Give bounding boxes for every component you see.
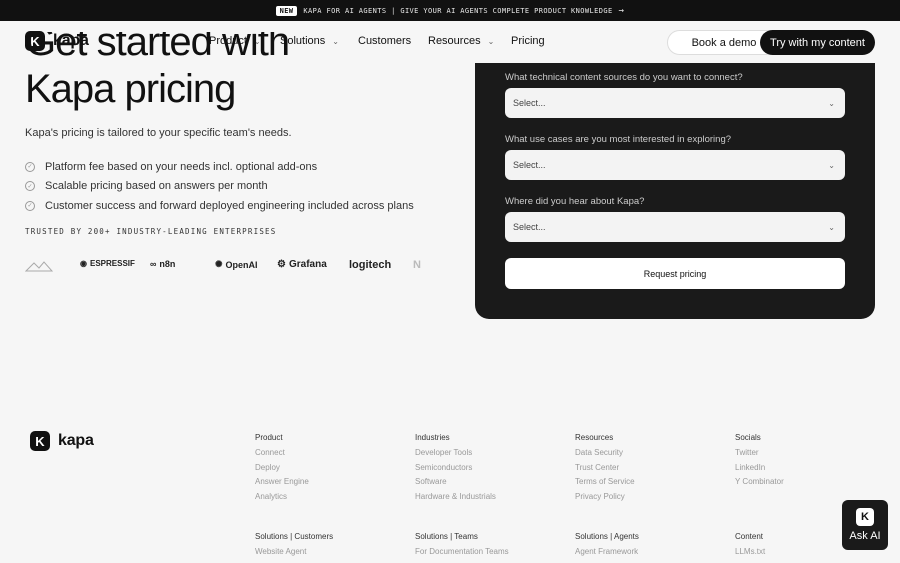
n-logo-icon: N: [413, 259, 421, 271]
openai-logo: ✺ OpenAI: [215, 259, 258, 270]
footer-link[interactable]: Trust Center: [575, 463, 725, 478]
footer-heading: Resources: [575, 433, 614, 442]
footer-col-solutions-agents: Solutions | Agents Agent Framework: [575, 532, 725, 562]
announcement-text[interactable]: KAPA FOR AI AGENTS | GIVE YOUR AI AGENTS…: [303, 7, 612, 15]
footer-col-socials: Socials Twitter LinkedIn Y Combinator: [735, 433, 835, 492]
footer-brand-name: kapa: [58, 432, 94, 449]
feature-text: Customer success and forward deployed en…: [45, 199, 414, 212]
question-sources-label: What technical content sources do you wa…: [505, 72, 743, 83]
espressif-logo-icon: ◉: [80, 259, 87, 268]
question-referral-label: Where did you hear about Kapa?: [505, 196, 645, 207]
footer-link[interactable]: Deploy: [255, 463, 405, 478]
footer-heading: Solutions | Customers: [255, 532, 334, 541]
footer-col-resources: Resources Data Security Trust Center Ter…: [575, 433, 725, 507]
mountain-logo-icon: [25, 259, 53, 273]
openai-logo-icon: ✺: [215, 259, 223, 269]
kapa-logo-icon: K: [856, 508, 874, 526]
sources-select-value: Select...: [513, 98, 546, 108]
arrow-right-icon: →: [618, 5, 625, 16]
feature-item: ✓ Platform fee based on your needs incl.…: [25, 157, 414, 177]
check-circle-icon: ✓: [25, 200, 35, 211]
footer-col-product: Product Connect Deploy Answer Engine Ana…: [255, 433, 405, 507]
feature-list: ✓ Platform fee based on your needs incl.…: [25, 157, 414, 216]
logitech-logo: logitech: [349, 259, 392, 271]
footer-heading: Content: [735, 532, 764, 541]
ask-ai-label: Ask AI: [849, 530, 881, 542]
chevron-down-icon: ⌄: [828, 98, 835, 108]
hero-title-line1-wrap: Get started with: [25, 32, 465, 63]
espressif-logo: ◉ ESPRESSIF: [80, 259, 135, 268]
footer-col-content: Content LLMs.txt: [735, 532, 835, 562]
footer-link[interactable]: Developer Tools: [415, 448, 565, 463]
customer-logos: ◉ ESPRESSIF ∞ n8n ✺ OpenAI ⚙ Grafana log…: [25, 256, 425, 276]
nav-pricing[interactable]: Pricing: [511, 35, 545, 47]
chevron-down-icon: ⌄: [487, 36, 495, 46]
announcement-bar[interactable]: NEW KAPA FOR AI AGENTS | GIVE YOUR AI AG…: [0, 0, 900, 21]
footer-link[interactable]: LLMs.txt: [735, 547, 835, 562]
footer-link[interactable]: Connect: [255, 448, 405, 463]
footer-link[interactable]: LinkedIn: [735, 463, 835, 478]
kapa-logo-icon: K: [30, 431, 50, 451]
new-badge: NEW: [275, 5, 298, 16]
feature-text: Platform fee based on your needs incl. o…: [45, 160, 318, 173]
footer-link[interactable]: Agent Framework: [575, 547, 725, 562]
footer-heading: Socials: [735, 433, 761, 442]
chevron-down-icon: ⌄: [828, 222, 835, 232]
footer-heading: Product: [255, 433, 283, 442]
referral-select[interactable]: Select... ⌄: [505, 212, 845, 242]
footer-heading: Solutions | Teams: [415, 532, 478, 541]
footer-link[interactable]: Privacy Policy: [575, 492, 725, 507]
try-content-button[interactable]: Try with my content: [760, 30, 875, 55]
footer-col-solutions-customers: Solutions | Customers Website Agent: [255, 532, 405, 562]
footer-col-solutions-teams: Solutions | Teams For Documentation Team…: [415, 532, 565, 562]
hero-title-line2: Kapa pricing: [25, 67, 236, 111]
ask-ai-button[interactable]: K Ask AI: [842, 500, 888, 550]
hero-subtitle: Kapa's pricing is tailored to your speci…: [25, 127, 292, 139]
feature-item: ✓ Customer success and forward deployed …: [25, 196, 414, 216]
n8n-logo: ∞ n8n: [150, 259, 176, 269]
footer-link[interactable]: Terms of Service: [575, 477, 725, 492]
footer-link[interactable]: Website Agent: [255, 547, 405, 562]
usecases-select[interactable]: Select... ⌄: [505, 150, 845, 180]
hero-title-line1: Get started with: [25, 32, 290, 63]
chevron-down-icon: ⌄: [828, 160, 835, 170]
footer-link[interactable]: Twitter: [735, 448, 835, 463]
footer-link[interactable]: Software: [415, 477, 565, 492]
footer-link[interactable]: Analytics: [255, 492, 405, 507]
footer-heading: Solutions | Agents: [575, 532, 639, 541]
feature-text: Scalable pricing based on answers per mo…: [45, 180, 268, 193]
check-circle-icon: ✓: [25, 161, 35, 172]
footer-link[interactable]: Hardware & Industrials: [415, 492, 565, 507]
sources-select[interactable]: Select... ⌄: [505, 88, 845, 118]
referral-select-value: Select...: [513, 222, 546, 232]
usecases-select-value: Select...: [513, 160, 546, 170]
footer-link[interactable]: Data Security: [575, 448, 725, 463]
check-circle-icon: ✓: [25, 181, 35, 192]
question-usecases-label: What use cases are you most interested i…: [505, 134, 732, 145]
grafana-logo: ⚙ Grafana: [277, 259, 327, 270]
footer-brand-logo[interactable]: K kapa: [30, 431, 94, 451]
footer-link[interactable]: For Documentation Teams: [415, 547, 565, 562]
footer-link[interactable]: Semiconductors: [415, 463, 565, 478]
footer-link[interactable]: Answer Engine: [255, 477, 405, 492]
n8n-logo-icon: ∞: [150, 259, 157, 269]
request-pricing-button[interactable]: Request pricing: [505, 258, 845, 289]
feature-item: ✓ Scalable pricing based on answers per …: [25, 177, 414, 197]
grafana-logo-icon: ⚙: [277, 259, 286, 270]
footer-col-industries: Industries Developer Tools Semiconductor…: [415, 433, 565, 507]
pricing-form: What technical content sources do you wa…: [475, 63, 875, 319]
nav-pricing-label: Pricing: [511, 35, 545, 47]
footer-link[interactable]: Y Combinator: [735, 477, 835, 492]
trusted-by-label: TRUSTED BY 200+ INDUSTRY-LEADING ENTERPR…: [25, 227, 277, 236]
footer-heading: Industries: [415, 433, 450, 442]
